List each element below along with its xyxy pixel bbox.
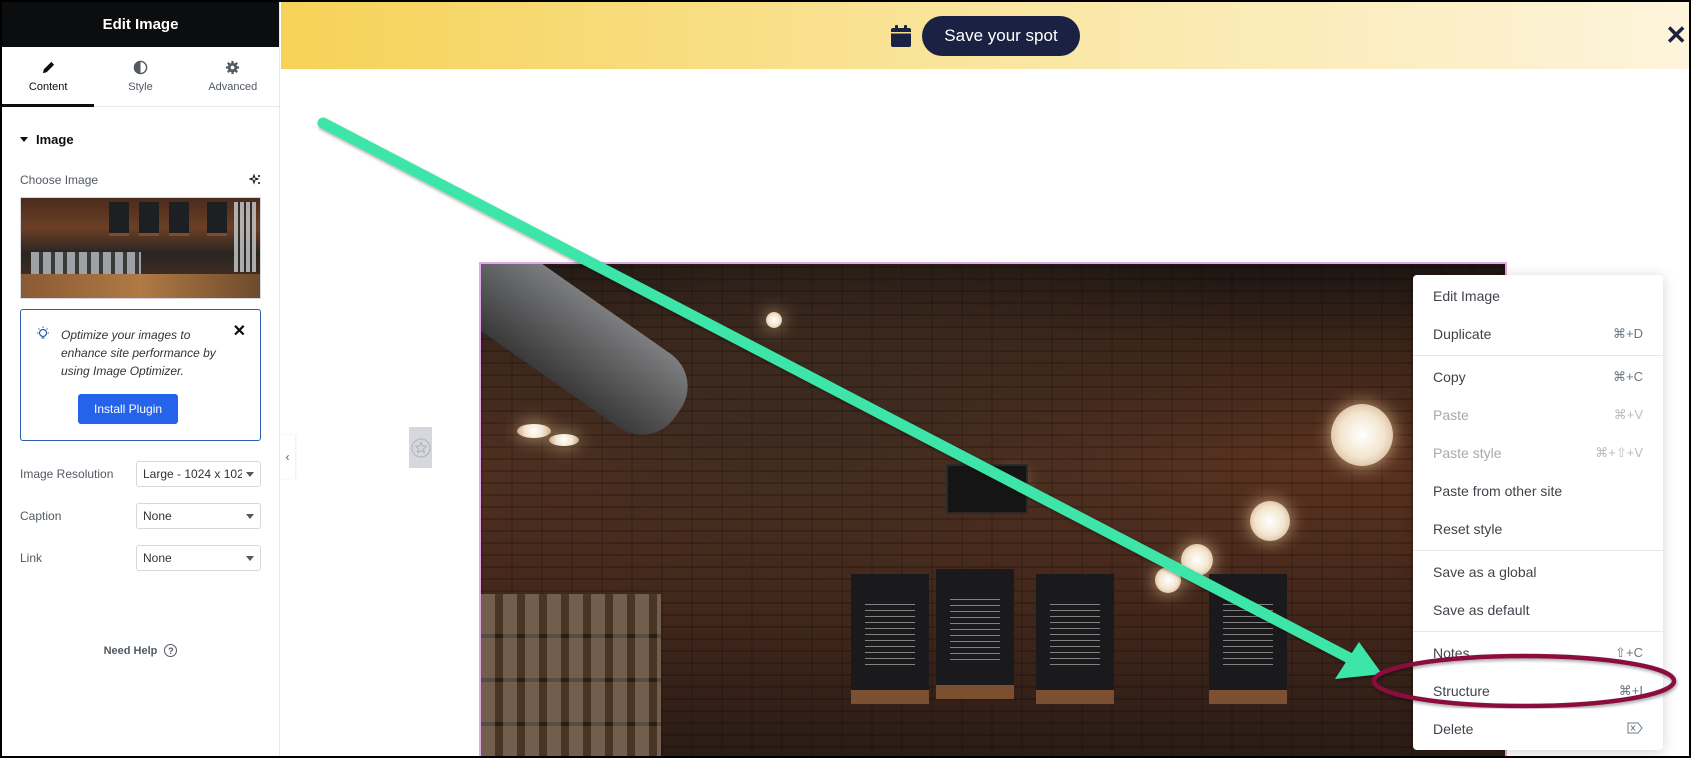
sparkle-icon[interactable] [249, 174, 261, 186]
menu-item-notes[interactable]: Notes ⇧+C [1413, 634, 1663, 672]
need-help-label: Need Help [103, 644, 158, 657]
menu-label: Paste style [1433, 445, 1502, 461]
link-select[interactable]: None [136, 545, 261, 571]
menu-item-paste-style[interactable]: Paste style ⌘+⇧+V [1413, 434, 1663, 472]
tab-content[interactable]: Content [2, 47, 95, 107]
tab-style[interactable]: Style [94, 47, 186, 106]
menu-shortcut: ⌘+C [1613, 369, 1643, 384]
question-circle-icon: ? [164, 644, 178, 657]
menu-label: Save as a global [1433, 564, 1537, 580]
menu-shortcut: ⌘+D [1613, 326, 1643, 341]
menu-shortcut: ⌘+I [1618, 683, 1643, 698]
chevron-down-icon [246, 471, 254, 477]
menu-label: Paste from other site [1433, 483, 1563, 499]
menu-label: Structure [1433, 683, 1490, 699]
select-value: Large - 1024 x 1024 [143, 467, 242, 481]
menu-item-reset-style[interactable]: Reset style [1413, 510, 1663, 548]
caret-down-icon [20, 137, 28, 142]
chevron-down-icon [246, 513, 254, 519]
menu-item-paste-from-other-site[interactable]: Paste from other site [1413, 472, 1663, 510]
context-menu: Edit Image Duplicate ⌘+D Copy ⌘+C Paste ⌘+V… [1413, 275, 1663, 750]
image-thumbnail[interactable] [20, 197, 261, 299]
collapse-panel-button[interactable]: ‹ [280, 435, 295, 479]
menu-item-delete[interactable]: Delete [1413, 710, 1663, 748]
close-icon[interactable]: ✕ [233, 324, 246, 340]
install-plugin-button[interactable]: Install Plugin [78, 394, 179, 424]
menu-label: Duplicate [1433, 326, 1492, 342]
lightbulb-icon [37, 326, 49, 339]
widget-placeholder[interactable] [409, 427, 432, 468]
link-control: Link None [2, 537, 279, 579]
need-help-link[interactable]: Need Help ? [2, 644, 279, 657]
menu-item-paste[interactable]: Paste ⌘+V [1413, 396, 1663, 434]
choose-image-label: Choose Image [20, 173, 99, 187]
tab-label: Style [128, 81, 153, 93]
menu-shortcut: ⇧+C [1615, 645, 1643, 660]
tab-advanced[interactable]: Advanced [187, 47, 279, 106]
star-circle-icon [411, 438, 430, 457]
section-toggle-image[interactable]: Image [2, 132, 279, 147]
menu-item-save-as-global[interactable]: Save as a global [1413, 553, 1663, 591]
menu-shortcut: ⌘+⇧+V [1595, 445, 1643, 460]
editor-sidebar: Edit Image Content Style Advanced Image … [2, 2, 280, 756]
menu-item-copy[interactable]: Copy ⌘+C [1413, 358, 1663, 396]
chevron-down-icon [246, 555, 254, 561]
caption-control: Caption None [2, 495, 279, 537]
image-optimizer-notice: Optimize your images to enhance site per… [20, 309, 261, 441]
menu-item-save-as-default[interactable]: Save as default [1413, 591, 1663, 629]
menu-label: Copy [1433, 369, 1466, 385]
panel-title: Edit Image [2, 2, 279, 47]
pencil-icon [42, 61, 54, 74]
menu-label: Delete [1433, 721, 1474, 737]
tab-label: Advanced [208, 81, 258, 93]
app-window: Edit Image Content Style Advanced Image … [2, 2, 1689, 756]
menu-label: Notes [1433, 645, 1470, 661]
section-title: Image [36, 132, 74, 147]
promo-banner: Save your spot ✕ [281, 2, 1689, 69]
tab-label: Content [28, 81, 68, 93]
notice-text: Optimize your images to enhance site per… [61, 328, 216, 378]
menu-item-structure[interactable]: Structure ⌘+I [1413, 672, 1663, 710]
menu-shortcut: ⌘+V [1613, 407, 1643, 422]
caption-select[interactable]: None [136, 503, 261, 529]
menu-item-duplicate[interactable]: Duplicate ⌘+D [1413, 315, 1663, 353]
caption-label: Caption [20, 509, 62, 523]
menu-label: Reset style [1433, 521, 1503, 537]
image-widget[interactable] [479, 262, 1507, 756]
image-resolution-select[interactable]: Large - 1024 x 1024 [136, 461, 261, 487]
image-resolution-control: Image Resolution Large - 1024 x 1024 [2, 453, 279, 495]
close-icon[interactable]: ✕ [1665, 22, 1687, 48]
image-resolution-label: Image Resolution [20, 467, 114, 481]
select-value: None [143, 509, 172, 523]
save-your-spot-button[interactable]: Save your spot [922, 15, 1080, 56]
panel-tabs: Content Style Advanced [2, 47, 279, 107]
half-circle-icon [133, 60, 148, 75]
menu-label: Save as default [1433, 602, 1530, 618]
chevron-left-icon: ‹ [285, 450, 290, 464]
calendar-icon [891, 24, 912, 47]
select-value: None [143, 551, 172, 565]
gear-icon [226, 60, 240, 75]
menu-label: Paste [1433, 407, 1469, 423]
menu-item-edit-image[interactable]: Edit Image [1413, 277, 1663, 315]
delete-key-icon [1627, 722, 1643, 737]
link-label: Link [20, 551, 43, 565]
menu-label: Edit Image [1433, 288, 1500, 304]
